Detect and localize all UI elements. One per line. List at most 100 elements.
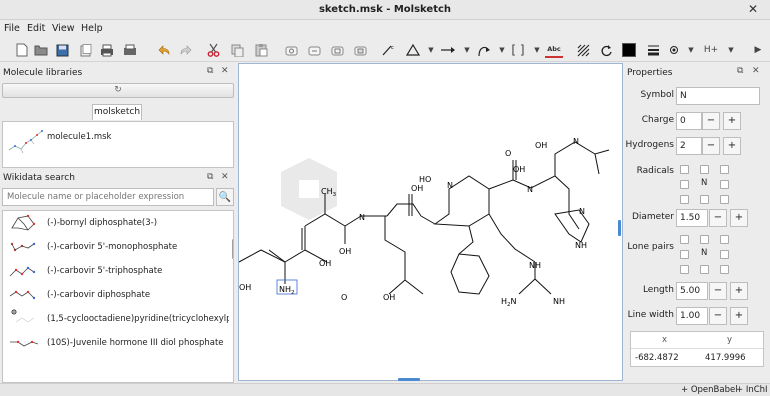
radical-checkbox[interactable] — [680, 165, 689, 174]
cut-icon[interactable] — [205, 42, 221, 58]
result-label: (1,5-cyclooctadiene)pyridine(tricyclohex… — [47, 314, 229, 324]
lonepair-checkbox[interactable] — [680, 265, 689, 274]
radical-checkbox[interactable] — [680, 195, 689, 204]
hydrogens-decrement-button[interactable]: − — [702, 137, 720, 155]
radical-checkbox[interactable] — [700, 165, 709, 174]
y-value[interactable]: 417.9996 — [705, 353, 746, 363]
diameter-increment-button[interactable]: + — [730, 209, 748, 227]
charge-icon[interactable] — [668, 42, 684, 58]
float-panel-icon[interactable]: ⧉ — [207, 172, 213, 182]
list-item[interactable]: (-)-bornyl diphosphate(3-) — [3, 211, 229, 235]
menu-view[interactable]: View — [52, 23, 75, 34]
list-item[interactable]: (10S)-Juvenile hormone III diol phosphat… — [3, 331, 229, 355]
length-field[interactable]: 5.00 — [676, 282, 708, 300]
bracket-icon[interactable]: [ ] — [510, 42, 526, 58]
refresh-library-button[interactable]: ↻ — [2, 83, 234, 98]
lonepair-checkbox[interactable] — [700, 265, 709, 274]
close-panel-icon[interactable]: ✕ — [752, 66, 760, 76]
print-preview-icon[interactable] — [122, 42, 138, 58]
wikidata-search-input[interactable] — [2, 188, 214, 206]
close-icon[interactable]: ✕ — [748, 2, 758, 16]
copy-icon[interactable] — [229, 42, 245, 58]
canvas-resize-handle[interactable] — [618, 220, 621, 236]
openbabel-status[interactable]: + OpenBabel — [681, 385, 738, 395]
toolbar-overflow-icon[interactable]: ▶ — [750, 42, 766, 58]
menu-help[interactable]: Help — [81, 23, 103, 34]
color-swatch-icon[interactable] — [621, 42, 637, 58]
radical-checkbox[interactable] — [720, 180, 729, 189]
zoom-out-icon[interactable] — [306, 42, 322, 58]
hydrogens-increment-button[interactable]: + — [723, 137, 741, 155]
length-increment-button[interactable]: + — [730, 282, 748, 300]
radical-checkbox[interactable] — [720, 165, 729, 174]
charge-decrement-button[interactable]: − — [702, 112, 720, 130]
undo-icon[interactable] — [156, 42, 172, 58]
list-item[interactable]: (-)-carbovir 5'-triphosphate — [3, 259, 229, 283]
x-value[interactable]: -682.4872 — [635, 353, 679, 363]
list-item[interactable]: (-)-carbovir 5'-monophosphate — [3, 235, 229, 259]
radical-checkbox[interactable] — [720, 195, 729, 204]
drawing-canvas[interactable]: O OH N OH HO N N N CH3 OH OH OH OH NH2 O… — [238, 63, 623, 381]
save-icon[interactable] — [54, 42, 70, 58]
results-scrollbar[interactable] — [232, 239, 233, 259]
symbol-field[interactable]: N — [676, 87, 760, 105]
lonepair-checkbox[interactable] — [680, 250, 689, 259]
float-panel-icon[interactable]: ⧉ — [207, 66, 213, 76]
print-icon[interactable] — [99, 42, 115, 58]
diameter-decrement-button[interactable]: − — [709, 209, 727, 227]
radical-checkbox[interactable] — [680, 180, 689, 189]
text-icon[interactable]: Abc — [545, 42, 563, 58]
arrow-icon[interactable] — [440, 42, 456, 58]
hatch-icon[interactable] — [575, 42, 591, 58]
paste-icon[interactable] — [253, 42, 269, 58]
zoom-fit-icon[interactable] — [352, 42, 368, 58]
list-item[interactable]: (1,5-cyclooctadiene)pyridine(tricyclohex… — [3, 307, 229, 331]
linewidth-decrement-button[interactable]: − — [709, 307, 727, 325]
tab-molsketch[interactable]: molsketch — [92, 104, 142, 120]
hydrogen-tool[interactable]: H+ — [702, 42, 720, 58]
zoom-reset-icon[interactable] — [329, 42, 345, 58]
lonepair-checkbox[interactable] — [720, 235, 729, 244]
linewidth-field[interactable]: 1.00 — [676, 307, 708, 325]
lonepair-checkbox[interactable] — [700, 235, 709, 244]
list-item[interactable]: (-)-carbovir diphosphate — [3, 283, 229, 307]
line-width-icon[interactable] — [645, 42, 661, 58]
close-panel-icon[interactable]: ✕ — [221, 172, 229, 182]
length-decrement-button[interactable]: − — [709, 282, 727, 300]
zoom-in-icon[interactable] — [283, 42, 299, 58]
bond-draw-icon[interactable]: c — [380, 42, 396, 58]
lonepair-checkbox[interactable] — [720, 250, 729, 259]
save-as-icon[interactable] — [77, 42, 93, 58]
ring-icon[interactable] — [405, 42, 421, 58]
result-label: (-)-carbovir 5'-monophosphate — [47, 242, 178, 252]
charge-dropdown-icon[interactable]: ▼ — [683, 42, 699, 58]
length-label: Length — [642, 285, 674, 295]
lonepair-checkbox[interactable] — [720, 265, 729, 274]
redo-icon[interactable] — [178, 42, 194, 58]
charge-field[interactable]: 0 — [676, 112, 702, 130]
close-panel-icon[interactable]: ✕ — [221, 66, 229, 76]
canvas-resize-handle[interactable] — [398, 378, 420, 381]
bracket-dropdown-icon[interactable]: ▼ — [529, 42, 545, 58]
menu-file[interactable]: File — [4, 23, 20, 34]
arrow-dropdown-icon[interactable]: ▼ — [459, 42, 475, 58]
inchi-status[interactable]: + InChI — [736, 385, 768, 395]
menu-edit[interactable]: Edit — [27, 23, 45, 34]
diameter-field[interactable]: 1.50 — [676, 209, 708, 227]
rotate-icon[interactable] — [598, 42, 614, 58]
float-panel-icon[interactable]: ⧉ — [737, 66, 743, 76]
h2n-n: N — [511, 297, 517, 306]
curved-arrow-dropdown-icon[interactable]: ▼ — [494, 42, 510, 58]
curved-arrow-icon[interactable] — [476, 42, 492, 58]
hydrogens-field[interactable]: 2 — [676, 137, 702, 155]
linewidth-increment-button[interactable]: + — [730, 307, 748, 325]
lonepair-checkbox[interactable] — [680, 235, 689, 244]
search-button[interactable]: 🔍 — [216, 188, 234, 206]
open-file-icon[interactable] — [33, 42, 49, 58]
ring-dropdown-icon[interactable]: ▼ — [423, 42, 439, 58]
new-file-icon[interactable] — [14, 42, 30, 58]
hydrogen-dropdown-icon[interactable]: ▼ — [723, 42, 739, 58]
charge-increment-button[interactable]: + — [723, 112, 741, 130]
library-item[interactable]: molecule1.msk — [47, 132, 111, 142]
radical-checkbox[interactable] — [700, 195, 709, 204]
